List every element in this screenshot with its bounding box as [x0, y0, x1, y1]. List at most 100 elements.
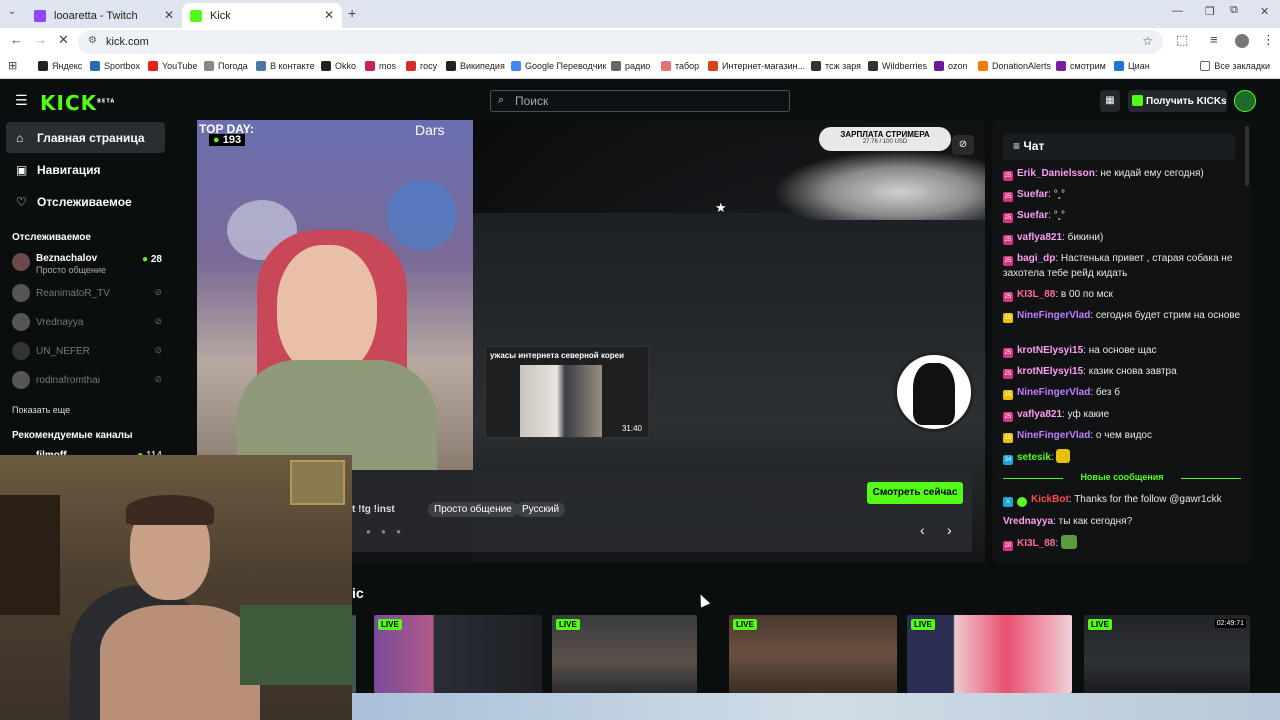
chat-username[interactable]: KI3L_88	[1017, 289, 1055, 300]
maximize-icon[interactable]: ❐	[1205, 5, 1215, 18]
bookmark-label: ozon	[948, 61, 968, 71]
bookmarks-bar: ⊞ Яндекс Sportbox YouTube Погода В контакте O…	[0, 55, 1280, 79]
bookmark-item[interactable]: ozon	[934, 61, 968, 71]
chat-scrollbar[interactable]	[1245, 126, 1249, 186]
stream-thumbnail[interactable]: LIVE	[552, 615, 697, 693]
chat-username[interactable]: vaflya821	[1017, 232, 1062, 243]
followed-channel-beznachalov[interactable]: Beznachalov Просто общение ● 28	[12, 252, 162, 280]
carousel-prev-icon[interactable]: ‹	[920, 522, 925, 538]
bookmark-label: тсж заря	[825, 61, 862, 71]
chat-username[interactable]: Suefar	[1017, 189, 1048, 200]
apps-grid-icon[interactable]: ⊞	[8, 59, 17, 72]
sidebar-item-home[interactable]: ⌂ Главная страница	[6, 122, 165, 153]
stream-thumbnail[interactable]: LIVE	[907, 615, 1072, 693]
new-tab-icon[interactable]: +	[348, 5, 356, 21]
bookmark-item[interactable]: смотрим	[1056, 61, 1106, 71]
followed-channel-un-nefer[interactable]: UN_NEFER ⊘	[12, 341, 162, 363]
avatar	[12, 284, 30, 302]
stream-thumbnail[interactable]	[352, 615, 356, 693]
bookmark-item[interactable]: госу	[406, 61, 437, 71]
webcam-overlay	[0, 455, 352, 720]
stop-loading-icon[interactable]: ✕	[58, 32, 69, 48]
chat-username[interactable]: vaflya821	[1017, 409, 1062, 420]
bookmark-item[interactable]: В контакте	[256, 61, 315, 71]
close-tab-icon[interactable]: ✕	[324, 8, 334, 22]
bookmark-item[interactable]: Погода	[204, 61, 248, 71]
hamburger-menu-icon[interactable]: ☰	[15, 92, 28, 109]
bookmark-star-icon[interactable]: ☆	[1142, 34, 1153, 48]
kick-logo[interactable]: KICKBETA	[40, 91, 115, 115]
bookmark-item[interactable]: Википедия	[446, 61, 505, 71]
sidebar-item-following[interactable]: ♡ Отслеживаемое	[6, 186, 165, 217]
media-icon[interactable]: ≡	[1210, 32, 1218, 47]
watch-now-button[interactable]: Смотреть сейчас	[867, 482, 963, 504]
get-kicks-button[interactable]: Получить KICKs	[1128, 90, 1227, 112]
followed-channel-reanimator[interactable]: ReanimatoR_TV ⊘	[12, 283, 162, 305]
bookmark-item[interactable]: тсж заря	[811, 61, 861, 71]
bookmark-item[interactable]: Google Переводчик	[511, 61, 606, 71]
bookmark-item[interactable]: YouTube	[148, 61, 197, 71]
bookmark-favicon-icon	[811, 61, 821, 71]
all-bookmarks[interactable]: Все закладки	[1200, 61, 1270, 71]
chat-username[interactable]: Vrednayya	[1003, 516, 1053, 527]
bookmark-item[interactable]: Okko	[321, 61, 356, 71]
user-avatar[interactable]	[1234, 90, 1256, 112]
show-more-link[interactable]: Показать еще	[12, 405, 70, 415]
chat-username[interactable]: KickBot	[1031, 494, 1069, 505]
bookmark-item[interactable]: радио	[611, 61, 650, 71]
stream-thumbnail[interactable]: LIVE 02:49:71	[1084, 615, 1250, 693]
bookmark-item[interactable]: DonationAlerts	[978, 61, 1051, 71]
chat-username[interactable]: Erik_Danielsson	[1017, 168, 1095, 179]
chat-username[interactable]: NineFingerVlad	[1017, 310, 1090, 321]
mute-icon[interactable]: ⊘	[952, 135, 974, 155]
avatar	[12, 253, 30, 271]
tag-chip[interactable]: Просто общение	[428, 502, 518, 517]
stream-thumbnail[interactable]: LIVE	[374, 615, 542, 693]
site-info-icon[interactable]: ⚙	[88, 35, 97, 46]
bookmark-item[interactable]: mos	[365, 61, 396, 71]
followed-channel-vrednayya[interactable]: Vrednayya ⊘	[12, 312, 162, 334]
close-tab-icon[interactable]: ✕	[164, 8, 174, 22]
chat-message: Vrednayya: ты как сегодня?	[1003, 514, 1243, 529]
carousel-next-icon[interactable]: ›	[947, 522, 952, 538]
sidebar-item-navigation[interactable]: ▣ Навигация	[6, 154, 165, 185]
clip-card[interactable]: ужасы интернета северной кореи 31:40	[485, 346, 649, 438]
bookmark-item[interactable]: табор	[661, 61, 699, 71]
menu-icon[interactable]: ⋮	[1262, 32, 1275, 48]
profile-avatar[interactable]	[1235, 34, 1249, 48]
bookmark-label: Циан	[1128, 61, 1150, 71]
chat-username[interactable]: Suefar	[1017, 210, 1048, 221]
chat-username[interactable]: bagi_dp	[1017, 253, 1055, 264]
carousel-dots[interactable]: ● ● ●	[366, 527, 405, 536]
chat-username[interactable]: setesik	[1017, 452, 1051, 463]
chat-username[interactable]: krotNElysyi15	[1017, 345, 1083, 356]
followed-channel-rodinafromthai[interactable]: rodinafromthai ⊘	[12, 370, 162, 392]
chat-username[interactable]: NineFingerVlad	[1017, 387, 1090, 398]
address-bar[interactable]: ⚙ kick.com ☆	[78, 30, 1163, 54]
close-window-icon[interactable]: ✕	[1260, 5, 1269, 18]
forward-icon[interactable]: →	[34, 32, 47, 47]
dashboard-icon[interactable]: ▦	[1100, 90, 1120, 112]
subscriber-badge: 15	[1003, 390, 1013, 400]
tab-list-chevron-icon[interactable]: ⌄	[8, 6, 16, 17]
tab-twitch[interactable]: looaretta - Twitch ✕	[26, 3, 182, 28]
bookmark-item[interactable]: Интернет-магазин...	[708, 61, 805, 71]
bookmark-item[interactable]: Sportbox	[90, 61, 140, 71]
bookmark-item[interactable]: Циан	[1114, 61, 1150, 71]
stream-thumbnail[interactable]: LIVE	[729, 615, 897, 693]
tab-kick[interactable]: Kick ✕	[182, 3, 342, 28]
extensions-icon[interactable]: ⬚	[1176, 32, 1188, 48]
chat-username[interactable]: krotNElysyi15	[1017, 366, 1083, 377]
bookmark-item[interactable]: Яндекс	[38, 61, 82, 71]
stream-info-panel: t !tg !inst Просто общение Русский ● ● ●…	[352, 470, 972, 552]
chat-username[interactable]: NineFingerVlad	[1017, 430, 1090, 441]
minimize-icon[interactable]: —	[1172, 5, 1183, 17]
chat-menu-icon[interactable]: ≡	[1013, 139, 1020, 153]
restore-icon[interactable]: ⧉	[1230, 4, 1238, 17]
back-icon[interactable]: ←	[10, 32, 23, 47]
chat-username[interactable]: KI3L_88	[1017, 538, 1055, 549]
search-input[interactable]: ⌕ Поиск	[490, 90, 790, 112]
channel-name: Beznachalov	[36, 253, 98, 264]
bookmark-item[interactable]: Wildberries	[868, 61, 927, 71]
tag-chip[interactable]: Русский	[516, 502, 566, 517]
